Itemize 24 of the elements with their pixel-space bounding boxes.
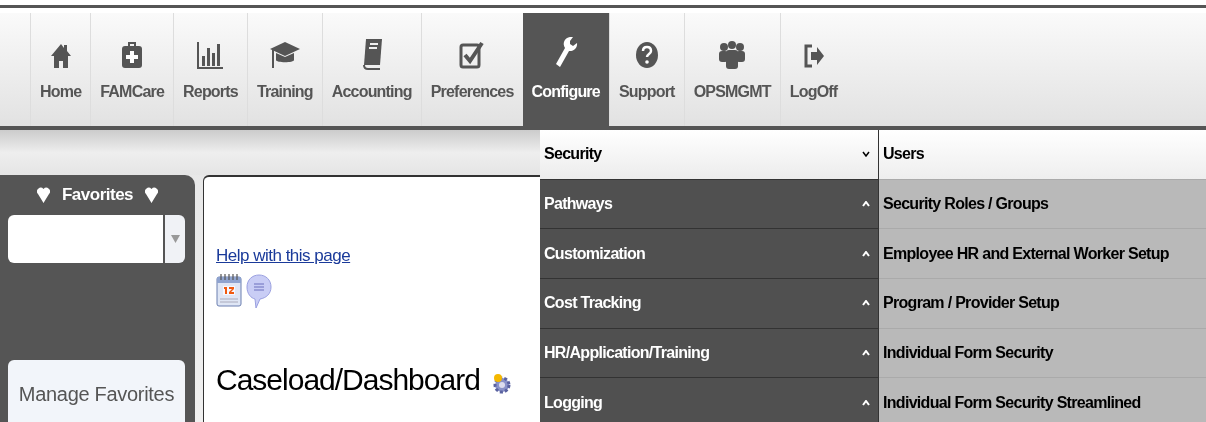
- nav-tab[interactable]: Support: [608, 13, 684, 126]
- nav-tab[interactable]: FAMCare: [90, 13, 174, 126]
- manage-favorites-button[interactable]: Manage Favorites: [8, 360, 185, 422]
- help-link[interactable]: Help with this page: [216, 243, 351, 269]
- nav-tab[interactable]: Reports: [173, 13, 247, 126]
- menu-item[interactable]: Security Roles / Groups: [879, 178, 1206, 229]
- menu-item[interactable]: Individual Form Security: [879, 327, 1206, 378]
- menu-item[interactable]: Employee HR and External Worker Setup: [879, 228, 1206, 278]
- nav-tab[interactable]: Configure: [522, 13, 609, 126]
- menu-category[interactable]: Cost Tracking: [540, 278, 878, 328]
- menu-category[interactable]: Logging: [540, 377, 878, 422]
- menu-category[interactable]: Pathways: [540, 178, 878, 229]
- menu-category[interactable]: Customization: [540, 228, 878, 278]
- menu-category[interactable]: HR/Application/Training: [540, 327, 878, 378]
- nav-tab[interactable]: Accounting: [321, 13, 421, 126]
- nav-tab[interactable]: Home: [30, 13, 91, 126]
- nav-tab[interactable]: LogOff: [779, 13, 847, 126]
- menu-item[interactable]: Program / Provider Setup: [879, 278, 1206, 328]
- page-heading: Caseload/Dashboard: [216, 364, 480, 395]
- nav-tab[interactable]: Preferences: [420, 13, 523, 126]
- nav-tab[interactable]: Training: [246, 13, 322, 126]
- menu-item[interactable]: Individual Form Security Streamlined: [879, 377, 1206, 422]
- sidebar-title: Favorites: [61, 184, 134, 207]
- nav-tab[interactable]: OPSMGMT: [683, 13, 780, 126]
